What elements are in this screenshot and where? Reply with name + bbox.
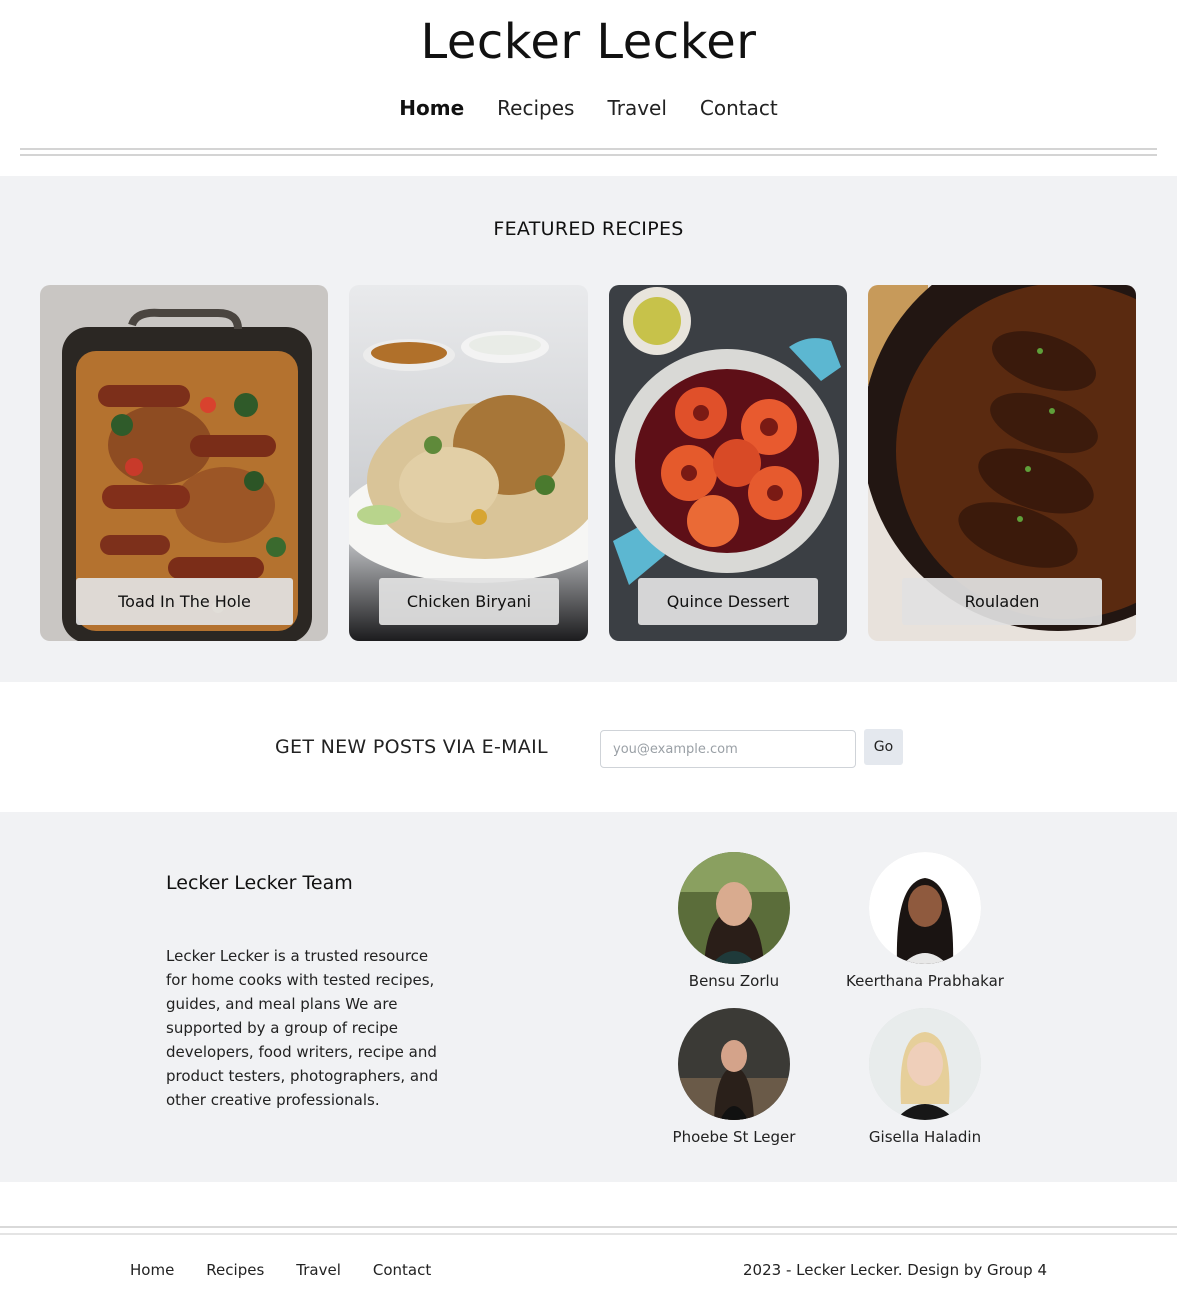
recipe-card-rouladen[interactable]: Rouladen xyxy=(868,285,1136,641)
newsletter-label: GET NEW POSTS VIA E-MAIL xyxy=(275,736,548,758)
recipe-label: Chicken Biryani xyxy=(379,578,559,625)
recipe-label: Rouladen xyxy=(902,578,1102,625)
email-input[interactable] xyxy=(600,730,856,768)
team-member-gisella-haladin: Gisella Haladin xyxy=(830,1008,1020,1146)
nav-home[interactable]: Home xyxy=(399,96,464,120)
member-name: Gisella Haladin xyxy=(868,1128,982,1146)
footer-nav-home[interactable]: Home xyxy=(130,1261,174,1279)
footer-divider xyxy=(0,1226,1177,1235)
team-section: Lecker Lecker Team Lecker Lecker is a tr… xyxy=(0,812,1177,1182)
site-title: Lecker Lecker xyxy=(420,14,757,70)
footer-nav: Home Recipes Travel Contact xyxy=(130,1261,431,1279)
featured-title: FEATURED RECIPES xyxy=(493,218,684,240)
team-description: Lecker Lecker is a trusted resource for … xyxy=(166,947,439,1109)
footer-nav-travel[interactable]: Travel xyxy=(296,1261,341,1279)
avatar xyxy=(678,852,790,964)
nav-recipes[interactable]: Recipes xyxy=(497,96,574,120)
recipe-card-quince-dessert[interactable]: Quince Dessert xyxy=(609,285,847,641)
copyright-text: 2023 - Lecker Lecker. Design by Group 4 xyxy=(743,1261,1047,1279)
header-divider xyxy=(20,148,1157,156)
recipe-card-chicken-biryani[interactable]: Chicken Biryani xyxy=(349,285,588,641)
featured-recipes-section: FEATURED RECIPES Toad In The Hole Chicke… xyxy=(0,176,1177,682)
recipe-label: Toad In The Hole xyxy=(76,578,293,625)
member-name: Phoebe St Leger xyxy=(672,1128,796,1146)
main-nav: Home Recipes Travel Contact xyxy=(0,96,1177,120)
member-name: Bensu Zorlu xyxy=(688,972,780,990)
nav-contact[interactable]: Contact xyxy=(700,96,778,120)
recipe-card-toad-in-the-hole[interactable]: Toad In The Hole xyxy=(40,285,328,641)
member-name: Keerthana Prabhakar xyxy=(846,972,1004,990)
team-title: Lecker Lecker Team xyxy=(166,872,353,894)
recipe-label: Quince Dessert xyxy=(638,578,818,625)
nav-travel[interactable]: Travel xyxy=(607,96,666,120)
subscribe-go-button[interactable]: Go xyxy=(864,729,903,765)
footer-nav-contact[interactable]: Contact xyxy=(373,1261,431,1279)
avatar xyxy=(678,1008,790,1120)
newsletter-section: GET NEW POSTS VIA E-MAIL Go xyxy=(0,682,1177,812)
team-member-keerthana-prabhakar: Keerthana Prabhakar xyxy=(830,852,1020,990)
avatar xyxy=(869,1008,981,1120)
team-member-phoebe-st-leger: Phoebe St Leger xyxy=(639,1008,829,1146)
avatar xyxy=(869,852,981,964)
footer-nav-recipes[interactable]: Recipes xyxy=(206,1261,264,1279)
team-member-bensu-zorlu: Bensu Zorlu xyxy=(639,852,829,990)
